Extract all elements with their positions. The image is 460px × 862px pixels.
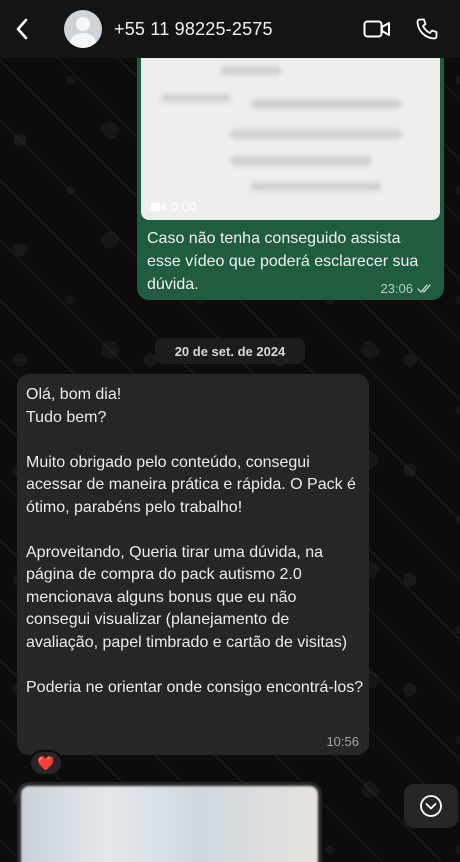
back-button[interactable]: [2, 0, 42, 58]
heart-icon: ❤️: [37, 755, 55, 771]
back-chevron-icon: [16, 18, 28, 40]
video-duration: 0:00: [171, 199, 197, 214]
chevron-down-icon: [420, 795, 442, 817]
incoming-message-text: Olá, bom dia! Tudo bem? Muito obrigado p…: [26, 386, 364, 696]
incoming-image-message[interactable]: [17, 782, 322, 862]
video-camera-icon: [151, 202, 165, 211]
date-separator: 20 de set. de 2024: [155, 338, 305, 364]
outgoing-message[interactable]: 0:00 Caso não tenha conseguido assista e…: [137, 40, 444, 300]
message-time: 23:06: [380, 281, 413, 296]
video-thumbnail[interactable]: 0:00: [141, 44, 440, 220]
message-time: 10:56: [326, 734, 359, 749]
chat-header: +55 11 98225-2575: [0, 0, 460, 58]
voice-call-button[interactable]: [402, 0, 452, 58]
phone-icon: [416, 18, 438, 40]
video-call-icon: [363, 20, 390, 38]
double-check-icon: [417, 284, 431, 294]
incoming-message[interactable]: Olá, bom dia! Tudo bem? Muito obrigado p…: [17, 374, 369, 755]
reaction-badge[interactable]: ❤️: [29, 750, 63, 776]
video-call-button[interactable]: [352, 0, 402, 58]
contact-name[interactable]: +55 11 98225-2575: [114, 19, 352, 40]
scroll-to-bottom-button[interactable]: [404, 784, 458, 828]
avatar[interactable]: [64, 10, 102, 48]
image-thumbnail[interactable]: [21, 786, 318, 862]
message-meta: 23:06: [380, 281, 434, 296]
video-meta: 0:00: [151, 199, 196, 214]
